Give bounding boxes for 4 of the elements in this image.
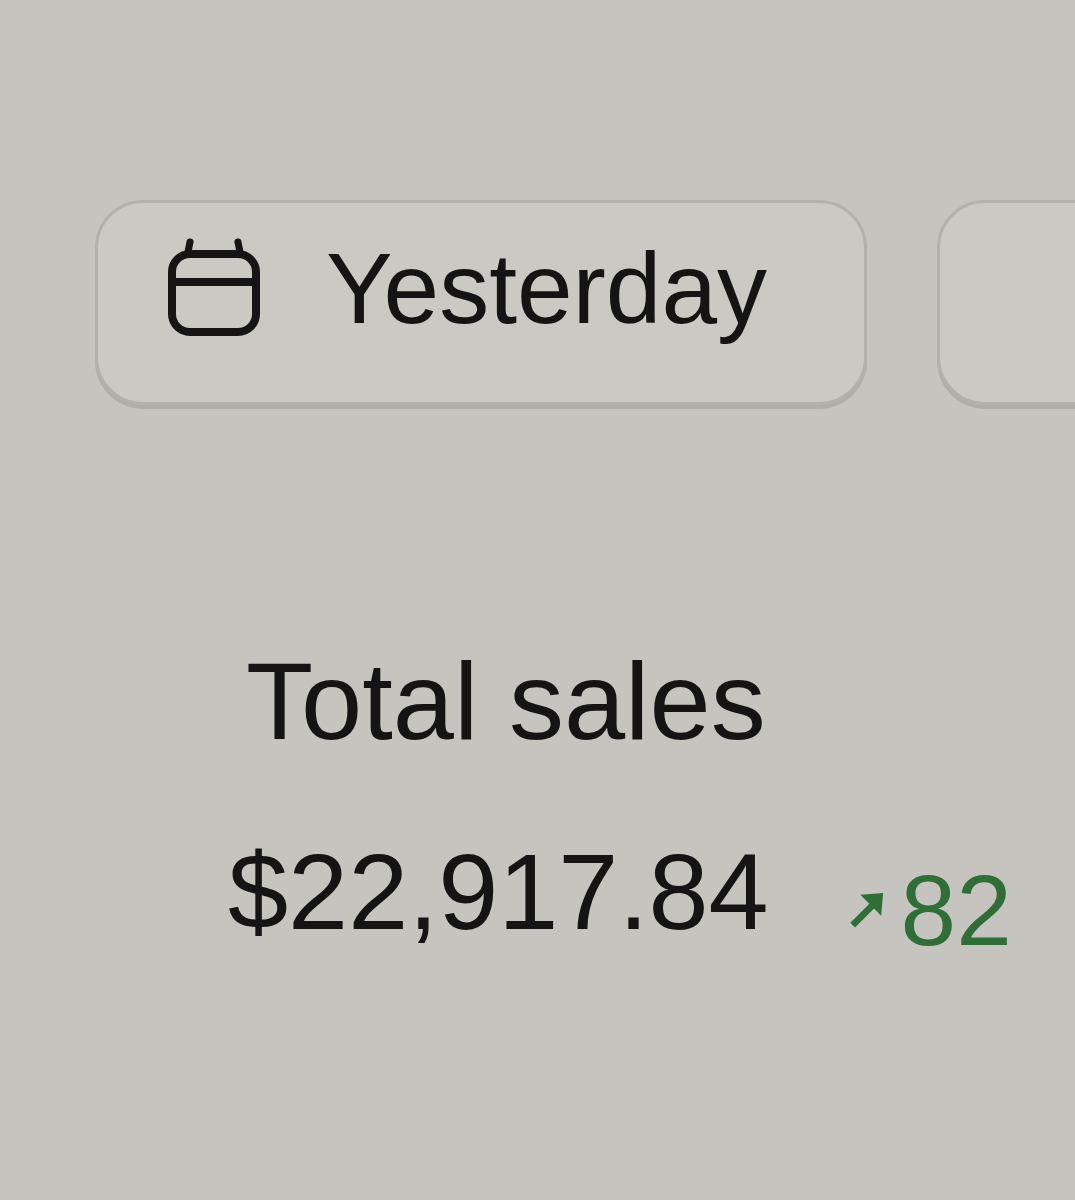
metric-title: Total sales (246, 640, 766, 761)
metric-value: $22,917.84 (228, 833, 769, 952)
calendar-icon (166, 237, 262, 338)
change-percent: 82 (900, 855, 1012, 965)
